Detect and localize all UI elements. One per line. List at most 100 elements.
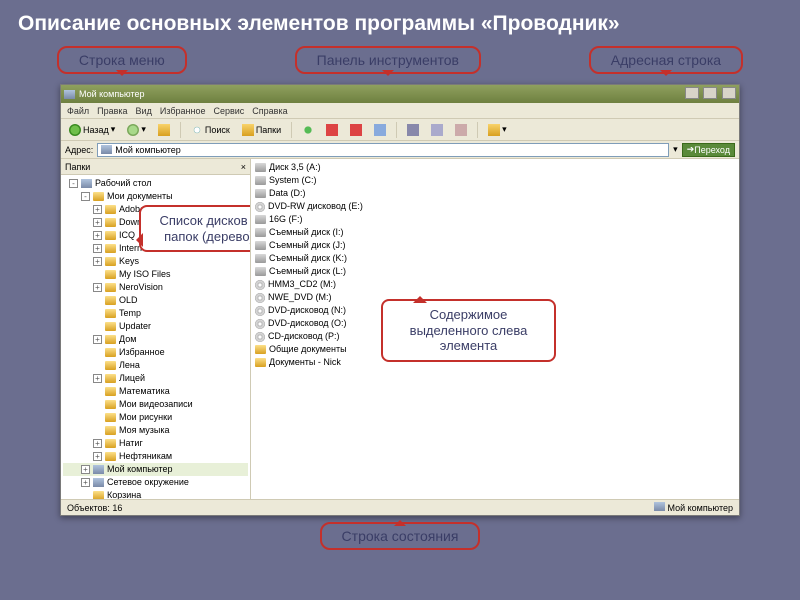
expand-toggle[interactable]: + <box>93 257 102 266</box>
folder-icon <box>105 361 116 370</box>
expand-toggle[interactable]: + <box>81 478 90 487</box>
tree-item[interactable]: Мои видеозаписи <box>63 398 248 411</box>
expand-toggle[interactable]: + <box>93 439 102 448</box>
content-item[interactable]: Data (D:) <box>255 187 735 200</box>
tree-item[interactable]: +Нефтяникам <box>63 450 248 463</box>
back-button[interactable]: Назад ▾ <box>65 122 119 138</box>
content-item[interactable]: Съемный диск (L:) <box>255 265 735 278</box>
tree-item[interactable]: Моя музыка <box>63 424 248 437</box>
separator <box>291 122 292 138</box>
expand-toggle[interactable]: + <box>93 452 102 461</box>
cut-button[interactable] <box>403 122 423 138</box>
expand-toggle[interactable]: + <box>93 374 102 383</box>
close-pane-icon[interactable]: × <box>241 162 246 172</box>
sync-button[interactable] <box>298 122 318 138</box>
paste-icon <box>455 124 467 136</box>
tree-item[interactable]: My ISO Files <box>63 268 248 281</box>
app-icon <box>64 90 75 99</box>
expand-toggle[interactable]: + <box>93 283 102 292</box>
tree-item[interactable]: Лена <box>63 359 248 372</box>
tree-pane: Папки × Список дисков и папок (дерево) -… <box>61 159 251 499</box>
expand-toggle[interactable] <box>93 426 102 435</box>
address-value: Мой компьютер <box>115 145 181 155</box>
tree-item[interactable]: Updater <box>63 320 248 333</box>
expand-toggle[interactable]: - <box>69 179 78 188</box>
menu-item[interactable]: Вид <box>136 106 152 116</box>
tree-item[interactable]: Мои рисунки <box>63 411 248 424</box>
tree-item[interactable]: +Натиг <box>63 437 248 450</box>
delete-button[interactable] <box>346 122 366 138</box>
minimize-button[interactable] <box>685 87 699 99</box>
up-button[interactable] <box>154 122 174 138</box>
content-item-label: DVD-дисковод (O:) <box>268 317 347 330</box>
tree-item[interactable]: Корзина <box>63 489 248 499</box>
expand-toggle[interactable] <box>93 400 102 409</box>
tree-item[interactable]: -Рабочий стол <box>63 177 248 190</box>
tree-item[interactable]: +Keys <box>63 255 248 268</box>
expand-toggle[interactable] <box>93 387 102 396</box>
tree-item[interactable]: +NeroVision <box>63 281 248 294</box>
folder-tree[interactable]: Список дисков и папок (дерево) -Рабочий … <box>61 175 250 499</box>
views-button[interactable]: ▾ <box>484 122 511 138</box>
expand-toggle[interactable] <box>93 348 102 357</box>
content-item-label: NWE_DVD (M:) <box>268 291 332 304</box>
stop-button[interactable] <box>322 122 342 138</box>
tree-item[interactable]: Temp <box>63 307 248 320</box>
copy-button[interactable] <box>427 122 447 138</box>
folder-icon <box>105 439 116 448</box>
expand-toggle[interactable]: + <box>93 205 102 214</box>
address-input[interactable]: Мой компьютер <box>97 143 669 157</box>
callout-address: Адресная строка <box>589 46 743 74</box>
menu-item[interactable]: Правка <box>97 106 127 116</box>
content-item[interactable]: Съемный диск (J:) <box>255 239 735 252</box>
delete-icon <box>350 124 362 136</box>
expand-toggle[interactable]: + <box>93 218 102 227</box>
tree-item[interactable]: +Сетевое окружение <box>63 476 248 489</box>
menu-item[interactable]: Сервис <box>213 106 244 116</box>
maximize-button[interactable] <box>703 87 717 99</box>
content-item[interactable]: Съемный диск (I:) <box>255 226 735 239</box>
titlebar[interactable]: Мой компьютер <box>61 85 739 103</box>
expand-toggle[interactable] <box>81 491 90 499</box>
content-item[interactable]: HMM3_CD2 (M:) <box>255 278 735 291</box>
menu-item[interactable]: Файл <box>67 106 89 116</box>
content-item[interactable]: DVD-RW дисковод (E:) <box>255 200 735 213</box>
expand-toggle[interactable]: - <box>81 192 90 201</box>
folders-button[interactable]: Папки <box>238 122 285 138</box>
chevron-down-icon[interactable]: ▾ <box>673 144 678 155</box>
folder-icon <box>93 192 104 201</box>
separator <box>396 122 397 138</box>
tree-item-label: OLD <box>119 294 138 307</box>
content-item[interactable]: Диск 3,5 (A:) <box>255 161 735 174</box>
content-item[interactable]: Съемный диск (K:) <box>255 252 735 265</box>
search-button[interactable]: Поиск <box>187 122 234 138</box>
go-button[interactable]: ➔ Переход <box>682 143 735 157</box>
content-item-label: Съемный диск (J:) <box>269 239 346 252</box>
expand-toggle[interactable]: + <box>81 465 90 474</box>
tree-item[interactable]: Математика <box>63 385 248 398</box>
content-item[interactable]: 16G (F:) <box>255 213 735 226</box>
tree-item[interactable]: OLD <box>63 294 248 307</box>
expand-toggle[interactable]: + <box>93 231 102 240</box>
tree-item[interactable]: +Лицей <box>63 372 248 385</box>
content-pane[interactable]: Содержимое выделенного слева элемента Ди… <box>251 159 739 499</box>
expand-toggle[interactable] <box>93 309 102 318</box>
expand-toggle[interactable]: + <box>93 244 102 253</box>
paste-button[interactable] <box>451 122 471 138</box>
tree-item[interactable]: +Мой компьютер <box>63 463 248 476</box>
menu-item[interactable]: Избранное <box>160 106 206 116</box>
tree-item[interactable]: -Мои документы <box>63 190 248 203</box>
expand-toggle[interactable] <box>93 322 102 331</box>
undo-button[interactable] <box>370 122 390 138</box>
forward-button[interactable]: ▾ <box>123 122 150 138</box>
expand-toggle[interactable]: + <box>93 335 102 344</box>
tree-item[interactable]: +Дом <box>63 333 248 346</box>
tree-item[interactable]: Избранное <box>63 346 248 359</box>
close-button[interactable] <box>722 87 736 99</box>
expand-toggle[interactable] <box>93 413 102 422</box>
expand-toggle[interactable] <box>93 296 102 305</box>
content-item[interactable]: System (C:) <box>255 174 735 187</box>
menu-item[interactable]: Справка <box>252 106 287 116</box>
expand-toggle[interactable] <box>93 361 102 370</box>
expand-toggle[interactable] <box>93 270 102 279</box>
